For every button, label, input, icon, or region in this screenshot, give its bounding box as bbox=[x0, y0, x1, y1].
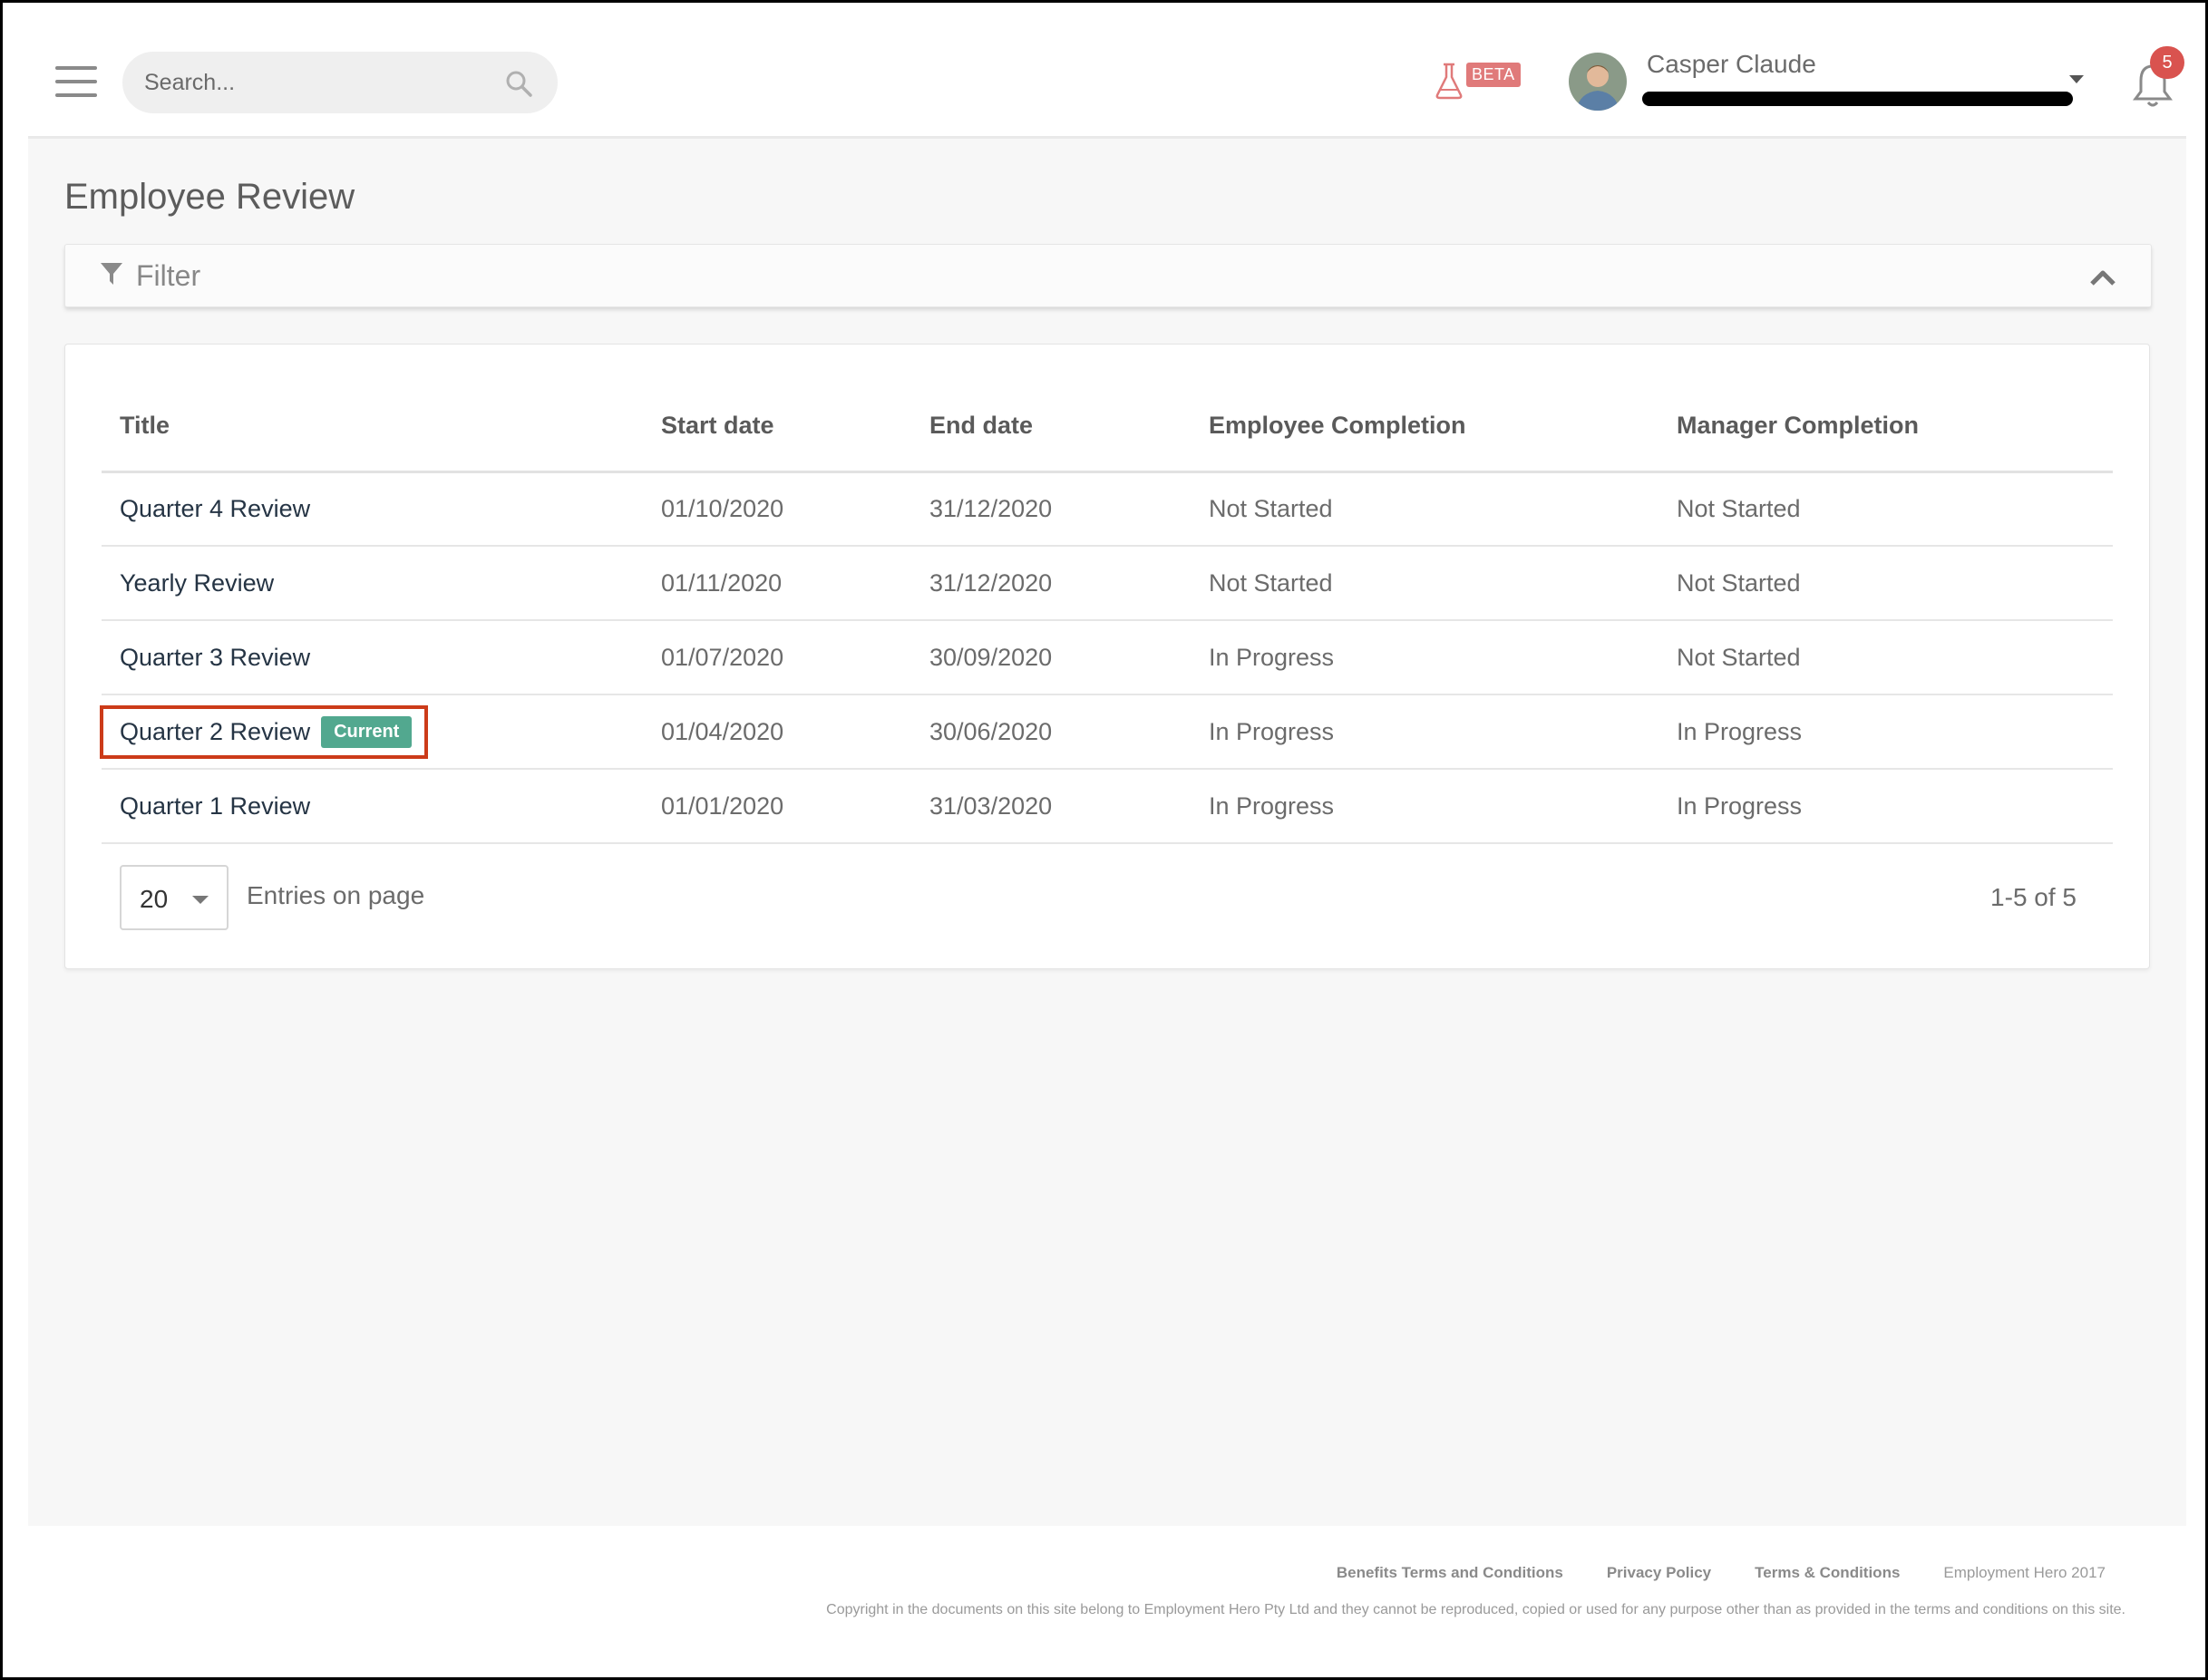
page-size-value: 20 bbox=[140, 885, 169, 913]
app-window: BETA Casper Claude 5 Employee Review Fil… bbox=[0, 0, 2208, 1680]
notification-count-badge: 5 bbox=[2150, 46, 2184, 79]
footer-brand: Employment Hero 2017 bbox=[1943, 1564, 2106, 1581]
page-title: Employee Review bbox=[64, 177, 355, 217]
column-header-manager-completion[interactable]: Manager Completion bbox=[1658, 381, 2113, 473]
manager-completion-cell: In Progress bbox=[1658, 694, 2113, 770]
start-date-cell: 01/11/2020 bbox=[643, 546, 911, 621]
review-title-link[interactable]: Quarter 4 Review bbox=[120, 495, 310, 522]
review-title-link[interactable]: Quarter 1 Review bbox=[120, 792, 310, 820]
search-box[interactable] bbox=[122, 52, 558, 113]
start-date-cell: 01/07/2020 bbox=[643, 620, 911, 695]
review-title[interactable]: Quarter 2 Review Current bbox=[100, 694, 643, 770]
employee-completion-cell: In Progress bbox=[1191, 620, 1658, 695]
highlighted-current-review[interactable]: Quarter 2 Review Current bbox=[100, 704, 429, 759]
start-date-cell: 01/10/2020 bbox=[643, 471, 911, 547]
employee-completion-cell: Not Started bbox=[1191, 546, 1658, 621]
review-title-link[interactable]: Quarter 2 Review bbox=[120, 718, 310, 746]
redacted-subtitle bbox=[1642, 92, 2073, 106]
review-title[interactable]: Quarter 4 Review bbox=[102, 471, 643, 547]
review-title[interactable]: Yearly Review bbox=[102, 546, 643, 621]
footer-link-benefits-terms[interactable]: Benefits Terms and Conditions bbox=[1337, 1564, 1563, 1582]
review-title-link[interactable]: Quarter 3 Review bbox=[120, 644, 310, 671]
flask-icon bbox=[1435, 63, 1463, 100]
filter-icon bbox=[101, 263, 122, 285]
entries-on-page-label: Entries on page bbox=[247, 881, 425, 909]
user-name[interactable]: Casper Claude bbox=[1647, 50, 1816, 79]
start-date-cell: 01/01/2020 bbox=[643, 769, 911, 844]
footer-link-privacy-policy[interactable]: Privacy Policy bbox=[1607, 1564, 1711, 1582]
end-date-cell: 31/12/2020 bbox=[911, 546, 1191, 621]
filter-panel-toggle[interactable]: Filter bbox=[64, 244, 2152, 307]
employee-completion-cell: Not Started bbox=[1191, 471, 1658, 547]
end-date-cell: 31/12/2020 bbox=[911, 471, 1191, 547]
review-title-link[interactable]: Yearly Review bbox=[120, 569, 274, 597]
table-row[interactable]: Quarter 4 Review 01/10/2020 31/12/2020 N… bbox=[102, 471, 2113, 547]
manager-completion-cell: In Progress bbox=[1658, 769, 2113, 844]
end-date-cell: 30/09/2020 bbox=[911, 620, 1191, 695]
table-row[interactable]: Quarter 3 Review 01/07/2020 30/09/2020 I… bbox=[102, 620, 2113, 695]
employee-completion-cell: In Progress bbox=[1191, 694, 1658, 770]
employee-completion-cell: In Progress bbox=[1191, 769, 1658, 844]
avatar[interactable] bbox=[1569, 53, 1627, 111]
menu-icon[interactable] bbox=[55, 66, 97, 97]
review-title[interactable]: Quarter 1 Review bbox=[102, 769, 643, 844]
end-date-cell: 30/06/2020 bbox=[911, 694, 1191, 770]
page-size-select[interactable]: 20 bbox=[120, 865, 229, 930]
beta-features-button[interactable]: BETA bbox=[1434, 59, 1521, 104]
filter-label: Filter bbox=[136, 259, 201, 292]
search-icon[interactable] bbox=[505, 70, 532, 97]
search-input[interactable] bbox=[144, 52, 489, 113]
table-header-row: Title Start date End date Employee Compl… bbox=[102, 381, 2113, 473]
beta-badge: BETA bbox=[1466, 63, 1521, 87]
end-date-cell: 31/03/2020 bbox=[911, 769, 1191, 844]
manager-completion-cell: Not Started bbox=[1658, 546, 2113, 621]
footer-link-terms-conditions[interactable]: Terms & Conditions bbox=[1755, 1564, 1900, 1582]
footer-copyright: Copyright in the documents on this site … bbox=[826, 1602, 2125, 1617]
main-content: Employee Review Filter Title Start date … bbox=[28, 139, 2186, 1526]
chevron-up-icon[interactable] bbox=[2089, 268, 2116, 286]
start-date-cell: 01/04/2020 bbox=[643, 694, 911, 770]
column-header-end-date[interactable]: End date bbox=[911, 381, 1191, 473]
table-row[interactable]: Quarter 1 Review 01/01/2020 31/03/2020 I… bbox=[102, 769, 2113, 844]
manager-completion-cell: Not Started bbox=[1658, 620, 2113, 695]
table-row[interactable]: Quarter 2 Review Current 01/04/2020 30/0… bbox=[100, 694, 2113, 770]
column-header-employee-completion[interactable]: Employee Completion bbox=[1191, 381, 1658, 473]
column-header-title[interactable]: Title bbox=[102, 381, 643, 473]
manager-completion-cell: Not Started bbox=[1658, 471, 2113, 547]
current-badge: Current bbox=[321, 715, 413, 748]
table-row[interactable]: Yearly Review 01/11/2020 31/12/2020 Not … bbox=[102, 546, 2113, 621]
top-bar: BETA Casper Claude 5 bbox=[28, 3, 2186, 139]
pagination-range: 1-5 of 5 bbox=[1990, 883, 2077, 911]
caret-down-icon bbox=[192, 896, 209, 904]
footer-links: Benefits Terms and Conditions Privacy Po… bbox=[1337, 1564, 2106, 1582]
review-title[interactable]: Quarter 3 Review bbox=[102, 620, 643, 695]
review-table: Title Start date End date Employee Compl… bbox=[100, 381, 2113, 844]
review-table-card: Title Start date End date Employee Compl… bbox=[64, 344, 2150, 969]
caret-down-icon[interactable] bbox=[2069, 75, 2084, 83]
column-header-start-date[interactable]: Start date bbox=[643, 381, 911, 473]
